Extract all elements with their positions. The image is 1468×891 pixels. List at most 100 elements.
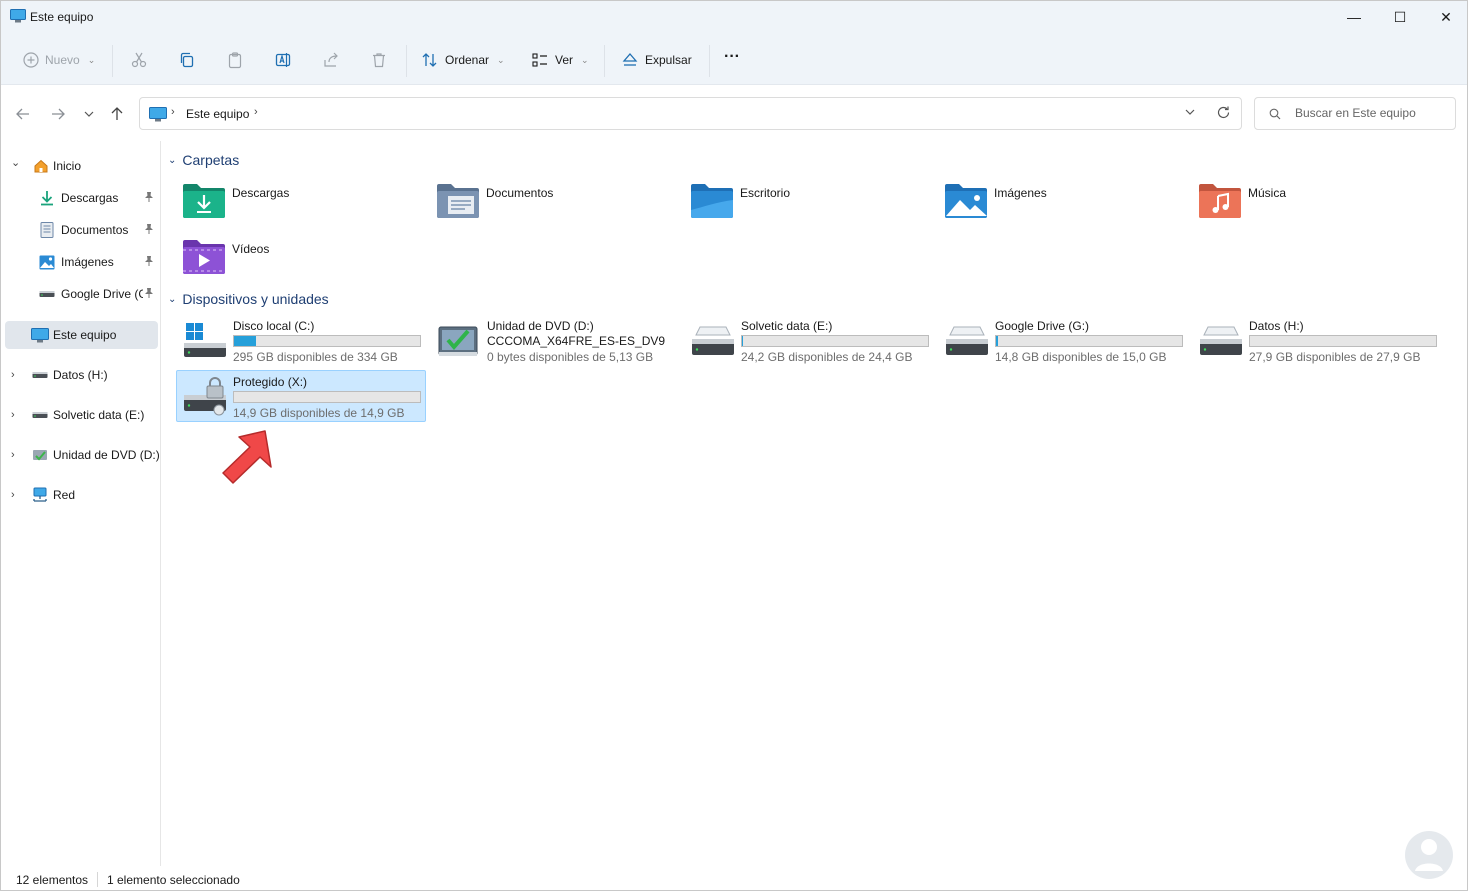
- navigation-pane: ⌄ Inicio Descargas Documentos Imágenes G…: [1, 141, 161, 866]
- sidebar-item-este-equipo[interactable]: Este equipo: [5, 321, 158, 349]
- chevron-down-icon[interactable]: ⌄: [11, 156, 20, 169]
- forward-button[interactable]: [47, 103, 69, 125]
- command-bar: Nuevo ⌄ Ordenar ⌄ Ver ⌄ Expulsar ···: [1, 33, 1467, 85]
- folder-documentos[interactable]: Documentos: [436, 182, 686, 232]
- breadcrumb-separator[interactable]: ›: [254, 106, 258, 118]
- more-options-button[interactable]: ···: [724, 44, 740, 70]
- chevron-down-icon: [1185, 109, 1195, 115]
- address-history-button[interactable]: [1184, 106, 1196, 121]
- drive-dvd-d[interactable]: Unidad de DVD (D:) CCCOMA_X64FRE_ES-ES_D…: [431, 315, 681, 367]
- folder-imagenes[interactable]: Imágenes: [944, 182, 1194, 232]
- arrow-up-icon: [111, 107, 123, 120]
- arrow-left-icon: [16, 108, 29, 120]
- refresh-icon: [1217, 106, 1230, 119]
- chevron-down-icon: ⌄: [87, 54, 96, 65]
- view-icon: [532, 53, 547, 67]
- computer-icon: [149, 107, 167, 122]
- pictures-folder-icon: [945, 184, 987, 218]
- sidebar-item-datos[interactable]: › Datos (H:): [5, 361, 158, 389]
- sidebar-item-label: Solvetic data (E:): [53, 408, 145, 422]
- sidebar-item-google-drive[interactable]: Google Drive (G:): [5, 280, 158, 308]
- drive-solvetic-data-e[interactable]: Solvetic data (E:) 24,2 GB disponibles d…: [685, 315, 935, 367]
- drive-datos-h[interactable]: Datos (H:) 27,9 GB disponibles de 27,9 G…: [1193, 315, 1443, 367]
- drive-protegido-x[interactable]: Protegido (X:) 14,9 GB disponibles de 14…: [176, 370, 426, 422]
- drive-free-space: 295 GB disponibles de 334 GB: [233, 350, 398, 364]
- folder-label: Escritorio: [740, 186, 791, 200]
- status-bar: 12 elementos 1 elemento seleccionado: [1, 867, 1467, 891]
- search-input[interactable]: [1295, 106, 1445, 120]
- eject-button[interactable]: Expulsar: [621, 47, 692, 73]
- refresh-button[interactable]: [1216, 105, 1231, 123]
- sidebar-item-unidad-dvd[interactable]: › Unidad de DVD (D:): [5, 441, 160, 469]
- sidebar-item-descargas[interactable]: Descargas: [5, 184, 158, 212]
- chevron-down-icon: ⌄: [497, 54, 505, 65]
- drive-free-space: 14,9 GB disponibles de 14,9 GB: [233, 406, 405, 420]
- view-label: Ver: [555, 53, 574, 67]
- folder-musica[interactable]: Música: [1198, 182, 1448, 232]
- toolbar-divider: [406, 45, 407, 77]
- group-header-carpetas[interactable]: ⌄ Carpetas: [168, 152, 239, 168]
- minimize-icon: —: [1347, 9, 1361, 25]
- sort-button[interactable]: Ordenar ⌄: [421, 47, 505, 73]
- folder-label: Música: [1248, 186, 1287, 200]
- folder-label: Descargas: [232, 186, 290, 200]
- view-button[interactable]: Ver ⌄: [531, 47, 589, 73]
- chevron-right-icon[interactable]: ›: [11, 409, 15, 421]
- drive-free-space: 24,2 GB disponibles de 24,4 GB: [741, 350, 913, 364]
- folder-escritorio[interactable]: Escritorio: [690, 182, 940, 232]
- drive-disco-local-c[interactable]: Disco local (C:) 295 GB disponibles de 3…: [177, 315, 427, 367]
- share-button[interactable]: [322, 47, 340, 73]
- breadcrumb-este-equipo[interactable]: Este equipo: [186, 107, 249, 121]
- cut-button[interactable]: [130, 47, 148, 73]
- close-icon: ✕: [1440, 8, 1452, 25]
- drive-free-space: 27,9 GB disponibles de 27,9 GB: [1249, 350, 1421, 364]
- folder-descargas[interactable]: Descargas: [182, 182, 432, 232]
- sidebar-item-documentos[interactable]: Documentos: [5, 216, 158, 244]
- dvd-icon: [31, 446, 49, 464]
- rename-icon: [275, 53, 291, 67]
- pin-icon: [144, 255, 154, 269]
- address-bar[interactable]: › Este equipo ›: [139, 97, 1242, 130]
- delete-button[interactable]: [370, 47, 388, 73]
- folder-videos[interactable]: Vídeos: [182, 238, 432, 288]
- videos-folder-icon: [183, 240, 225, 274]
- copy-button[interactable]: [178, 47, 196, 73]
- up-button[interactable]: [106, 103, 128, 125]
- close-button[interactable]: ✕: [1423, 1, 1468, 33]
- sidebar-item-imagenes[interactable]: Imágenes: [5, 248, 158, 276]
- chevron-right-icon[interactable]: ›: [11, 489, 15, 501]
- hdd-icon: [692, 326, 734, 355]
- rename-button[interactable]: [274, 47, 292, 73]
- new-button[interactable]: Nuevo ⌄: [23, 47, 95, 73]
- sidebar-item-label: Imágenes: [61, 255, 114, 269]
- annotation-arrow-icon: [222, 430, 272, 484]
- drive-usage-fill: [234, 336, 256, 346]
- title-bar: Este equipo — ☐ ✕: [1, 1, 1467, 33]
- search-icon: [1269, 108, 1281, 120]
- group-header-dispositivos[interactable]: ⌄ Dispositivos y unidades: [168, 291, 329, 307]
- paste-button[interactable]: [226, 47, 244, 73]
- selection-count: 1 elemento seleccionado: [107, 873, 240, 887]
- sidebar-item-inicio[interactable]: ⌄ Inicio: [5, 152, 158, 180]
- group-title: Carpetas: [182, 152, 240, 168]
- chevron-right-icon[interactable]: ›: [11, 449, 15, 461]
- minimize-button[interactable]: —: [1331, 1, 1377, 33]
- search-box[interactable]: [1254, 97, 1456, 130]
- computer-icon: [10, 9, 26, 23]
- chevron-down-icon: ⌄: [581, 54, 589, 65]
- sidebar-item-label: Descargas: [61, 191, 119, 205]
- maximize-button[interactable]: ☐: [1377, 1, 1423, 33]
- recent-locations-button[interactable]: [78, 103, 100, 125]
- back-button[interactable]: [12, 103, 34, 125]
- desktop-folder-icon: [691, 184, 733, 218]
- pin-icon: [144, 223, 154, 237]
- sidebar-item-label: Documentos: [61, 223, 129, 237]
- chevron-right-icon[interactable]: ›: [11, 369, 15, 381]
- file-explorer-window: Este equipo — ☐ ✕ Nuevo ⌄ Ordenar ⌄ Ver …: [0, 0, 1468, 891]
- pin-icon: [144, 287, 154, 301]
- sidebar-item-red[interactable]: › Red: [5, 481, 158, 509]
- drive-google-drive-g[interactable]: Google Drive (G:) 14,8 GB disponibles de…: [939, 315, 1189, 367]
- breadcrumb-separator[interactable]: ›: [171, 106, 175, 118]
- sidebar-item-solvetic-data[interactable]: › Solvetic data (E:): [5, 401, 158, 429]
- drive-name: Solvetic data (E:): [741, 319, 833, 333]
